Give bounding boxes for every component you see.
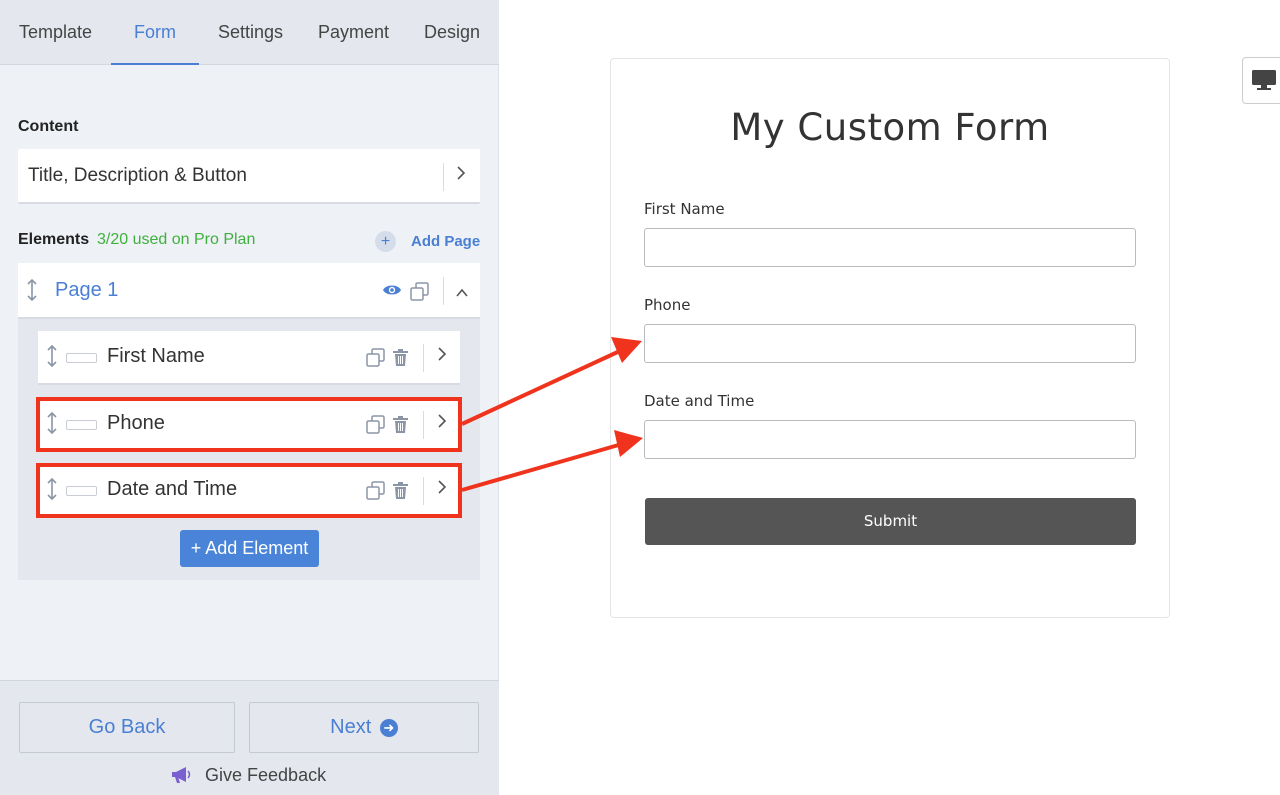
content-row-label: Title, Description & Button [28, 165, 247, 186]
builder-panel: Template Form Settings Payment Design Co… [0, 0, 499, 795]
element-label: Date and Time [107, 478, 238, 500]
megaphone-icon [170, 766, 192, 789]
element-row-date-and-time[interactable]: Date and Time [38, 464, 460, 518]
tab-payment[interactable]: Payment [302, 0, 405, 64]
add-page-link[interactable]: Add Page [411, 233, 480, 250]
text-field-icon [66, 486, 97, 496]
page-1-row[interactable]: Page 1 [18, 263, 480, 319]
submit-button[interactable]: Submit [645, 498, 1136, 545]
arrow-circle-right-icon: ➜ [379, 719, 398, 737]
chevron-right-icon[interactable] [436, 411, 448, 437]
add-element-button[interactable]: + Add Element [180, 530, 319, 567]
next-button-label: Next [330, 716, 372, 738]
elements-usage-text: 3/20 used on Pro Plan [97, 231, 256, 248]
element-label: Phone [107, 412, 165, 434]
drag-handle-icon[interactable] [26, 278, 38, 307]
row-divider [423, 411, 424, 439]
row-divider [423, 477, 424, 505]
builder-tabs: Template Form Settings Payment Design [0, 0, 499, 65]
drag-handle-icon[interactable] [46, 411, 58, 440]
element-label: First Name [107, 345, 205, 367]
tab-form[interactable]: Form [111, 0, 199, 65]
row-divider [423, 344, 424, 372]
tab-design[interactable]: Design [405, 0, 499, 64]
content-section-label: Content [18, 118, 79, 135]
elements-section-label: Elements [18, 231, 90, 248]
field-label-phone: Phone [644, 296, 691, 314]
duplicate-icon[interactable] [366, 481, 385, 505]
chevron-right-icon[interactable] [436, 344, 448, 370]
duplicate-icon[interactable] [410, 282, 429, 306]
go-back-button[interactable]: Go Back [19, 702, 235, 753]
text-field-icon [66, 353, 97, 363]
duplicate-icon[interactable] [366, 348, 385, 372]
form-title: My Custom Form [730, 106, 1050, 149]
drag-handle-icon[interactable] [46, 477, 58, 506]
trash-icon[interactable] [393, 416, 408, 438]
chevron-right-icon[interactable] [436, 477, 448, 503]
row-divider [443, 163, 444, 191]
desktop-view-toggle[interactable] [1242, 57, 1280, 104]
content-settings-row[interactable]: Title, Description & Button [18, 149, 480, 204]
form-preview-card: My Custom Form First Name Phone Date and… [610, 58, 1170, 618]
date-and-time-input[interactable] [644, 420, 1136, 459]
field-label-date-and-time: Date and Time [644, 392, 755, 410]
first-name-input[interactable] [644, 228, 1136, 267]
element-row-phone[interactable]: Phone [38, 398, 460, 452]
drag-handle-icon[interactable] [46, 344, 58, 373]
builder-footer: Go Back Next ➜ Give Feedback [0, 680, 499, 795]
give-feedback-label: Give Feedback [205, 765, 327, 785]
phone-input[interactable] [644, 324, 1136, 363]
chevron-up-icon[interactable] [455, 282, 469, 305]
eye-icon[interactable] [382, 283, 402, 302]
page-title: Page 1 [55, 279, 119, 301]
next-button[interactable]: Next ➜ [249, 702, 479, 753]
duplicate-icon[interactable] [366, 415, 385, 439]
add-page-plus-icon[interactable]: + [375, 231, 396, 252]
trash-icon[interactable] [393, 349, 408, 371]
row-divider [443, 277, 444, 305]
give-feedback-link[interactable]: Give Feedback [170, 765, 326, 789]
chevron-right-icon[interactable] [455, 163, 467, 189]
tab-template[interactable]: Template [0, 0, 111, 64]
trash-icon[interactable] [393, 482, 408, 504]
field-label-first-name: First Name [644, 200, 725, 218]
element-row-first-name[interactable]: First Name [38, 331, 460, 385]
text-field-icon [66, 420, 97, 430]
tab-settings[interactable]: Settings [199, 0, 302, 64]
